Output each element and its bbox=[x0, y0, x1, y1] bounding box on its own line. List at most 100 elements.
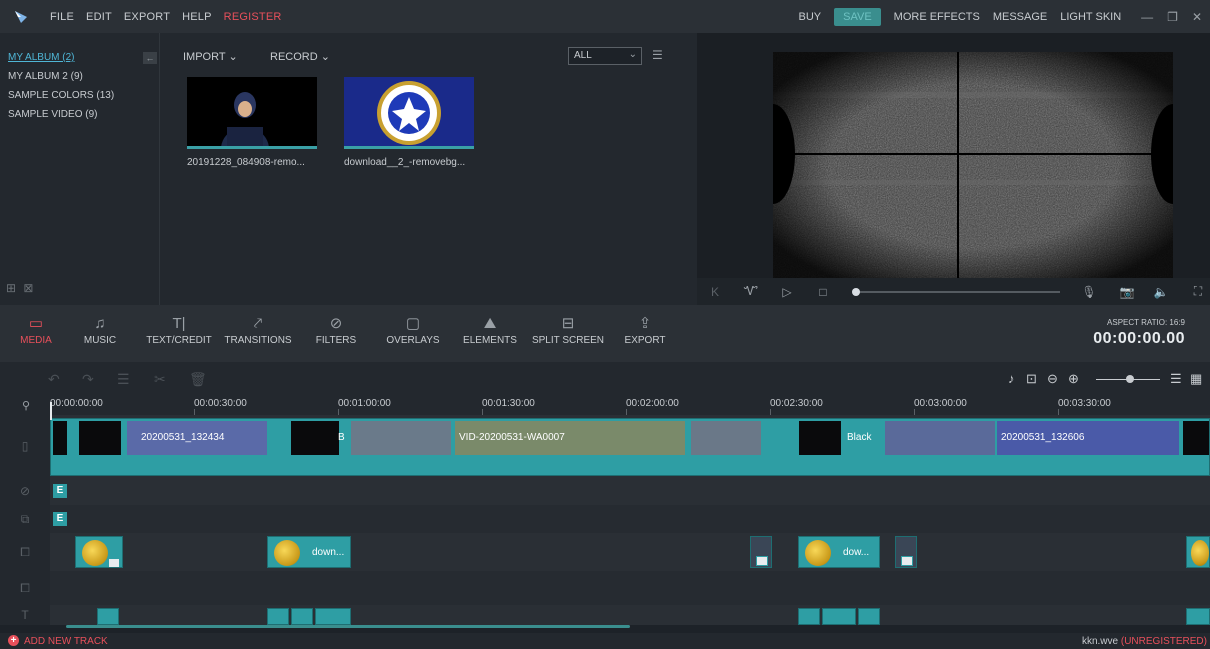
menu-help[interactable]: HELP bbox=[182, 11, 212, 23]
menu-register[interactable]: REGISTER bbox=[224, 11, 282, 23]
snapshot-icon[interactable]: 📷 bbox=[1109, 285, 1145, 299]
delete-icon[interactable]: 🗑 bbox=[189, 371, 207, 388]
media-filter-select[interactable]: ALL ⌄ bbox=[568, 47, 642, 65]
save-button[interactable]: SAVE bbox=[834, 7, 881, 26]
tool-filters-label: FILTERS bbox=[315, 335, 357, 346]
message-button[interactable]: MESSAGE bbox=[993, 11, 1047, 23]
menu-edit[interactable]: EDIT bbox=[86, 11, 112, 23]
album-my-album-2[interactable]: MY ALBUM 2 (9) bbox=[8, 71, 83, 82]
media-thumb-1[interactable] bbox=[187, 77, 317, 149]
album-sample-colors[interactable]: SAMPLE COLORS (13) bbox=[8, 90, 114, 101]
effect-clip-icon[interactable]: E bbox=[53, 484, 67, 498]
registration-status: (UNREGISTERED) bbox=[1120, 636, 1207, 647]
fullscreen-icon[interactable]: ⛶ bbox=[1180, 284, 1210, 299]
ruler-label: 00:03:00:00 bbox=[914, 398, 967, 409]
play-icon[interactable]: ▷ bbox=[769, 285, 805, 299]
clip-label: B bbox=[338, 432, 345, 443]
text-clip[interactable] bbox=[798, 608, 820, 625]
filter-track[interactable]: E bbox=[50, 477, 1210, 505]
microphone-icon[interactable]: 🎙 bbox=[1071, 285, 1107, 299]
tool-media[interactable]: ▭ MEDIA bbox=[18, 313, 54, 346]
tool-music[interactable]: ♫ MUSIC bbox=[81, 313, 119, 346]
tool-export[interactable]: ⇪ EXPORT bbox=[623, 313, 667, 346]
pip-clip[interactable] bbox=[75, 536, 123, 568]
video-track[interactable]: 20200531_132434 B VID-20200531-WA0007 Bl… bbox=[50, 415, 1210, 477]
pip-clip[interactable]: dow... bbox=[798, 536, 880, 568]
album-sample-video[interactable]: SAMPLE VIDEO (9) bbox=[8, 109, 97, 120]
video-track-icon: ▯ bbox=[21, 439, 29, 453]
restore-icon[interactable]: ❐ bbox=[1167, 10, 1178, 24]
pip-clip[interactable] bbox=[750, 536, 772, 568]
tool-text-credit[interactable]: T| TEXT/CREDIT bbox=[144, 313, 214, 346]
pip-clip[interactable] bbox=[895, 536, 917, 568]
minimize-icon[interactable]: — bbox=[1141, 10, 1153, 24]
folder-icon: ▭ bbox=[28, 315, 44, 332]
album-my-album[interactable]: MY ALBUM (2) bbox=[8, 52, 75, 63]
scrubber-handle[interactable] bbox=[852, 288, 860, 296]
add-new-track-button[interactable]: ADD NEW TRACK bbox=[24, 636, 108, 647]
close-icon[interactable]: ✕ bbox=[1192, 10, 1202, 24]
adjust-icon[interactable]: ☰ bbox=[117, 371, 130, 388]
fit-timeline-icon[interactable]: ⊡ bbox=[1026, 371, 1037, 387]
add-album-icon[interactable]: ⊞ bbox=[6, 281, 16, 295]
more-effects-button[interactable]: MORE EFFECTS bbox=[894, 11, 980, 23]
title-bar: FILE EDIT EXPORT HELP REGISTER BUY SAVE … bbox=[0, 0, 1210, 33]
tool-overlays[interactable]: ▢ OVERLAYS bbox=[385, 313, 441, 346]
add-icon[interactable]: + bbox=[8, 635, 19, 646]
overlay-track-header: ⧉ bbox=[0, 505, 50, 533]
playhead[interactable] bbox=[50, 402, 52, 420]
track-link-icon[interactable]: ⚲ bbox=[22, 399, 30, 412]
album-panel: MY ALBUM (2) MY ALBUM 2 (9) SAMPLE COLOR… bbox=[0, 33, 160, 305]
menu-file[interactable]: FILE bbox=[50, 11, 74, 23]
effect-clip-icon[interactable]: E bbox=[53, 512, 67, 526]
chevron-down-icon: ⌄ bbox=[628, 49, 637, 60]
redo-icon[interactable]: ↷ bbox=[82, 371, 94, 388]
overlay-track[interactable]: E bbox=[50, 505, 1210, 533]
text-clip[interactable] bbox=[858, 608, 880, 625]
light-skin-button[interactable]: LIGHT SKIN bbox=[1060, 11, 1121, 23]
media-thumb-2[interactable] bbox=[344, 77, 474, 149]
cut-icon[interactable]: ✂ bbox=[154, 371, 166, 388]
pip-track[interactable]: down... dow... bbox=[50, 533, 1210, 571]
pip-track-icon: ⧠ bbox=[20, 545, 30, 559]
list-view-icon[interactable]: ☰ bbox=[652, 48, 663, 62]
stop-icon[interactable]: □ bbox=[805, 285, 841, 299]
tool-transitions[interactable]: ⤤ TRANSITIONS bbox=[220, 313, 296, 346]
chevron-down-icon: ⌄ bbox=[320, 51, 330, 63]
volume-icon[interactable]: 🔈 bbox=[1143, 285, 1179, 299]
clip-thumbnail bbox=[885, 421, 995, 455]
step-icon[interactable]: Ꮙ bbox=[733, 284, 769, 299]
record-dropdown[interactable]: RECORD ⌄ bbox=[270, 50, 330, 63]
text-clip[interactable] bbox=[822, 608, 856, 625]
import-dropdown[interactable]: IMPORT ⌄ bbox=[183, 50, 238, 63]
pip-track-2[interactable] bbox=[50, 571, 1210, 605]
tool-elements[interactable]: ⛰ ELEMENTS bbox=[462, 313, 518, 346]
video-clip-strip[interactable]: 20200531_132434 B VID-20200531-WA0007 Bl… bbox=[50, 418, 1210, 476]
text-clip[interactable] bbox=[97, 608, 119, 625]
timeline-ruler[interactable]: ⚲ 00:00:00:00 00:00:30:00 00:01:00:00 00… bbox=[0, 395, 1210, 415]
delete-album-icon[interactable]: ⊠ bbox=[23, 281, 33, 295]
zoom-slider-handle[interactable] bbox=[1126, 375, 1134, 383]
text-track[interactable] bbox=[50, 605, 1210, 625]
undo-icon[interactable]: ↶ bbox=[48, 371, 60, 388]
collapse-albums-icon[interactable]: ← bbox=[143, 52, 157, 64]
zoom-in-icon[interactable]: ⊕ bbox=[1068, 371, 1079, 387]
grid-icon[interactable]: ▦ bbox=[1190, 371, 1202, 387]
timeline-scrollbar[interactable] bbox=[66, 625, 630, 628]
list-icon[interactable]: ☰ bbox=[1170, 371, 1182, 387]
text-clip[interactable] bbox=[1186, 608, 1210, 625]
skip-back-icon[interactable]: K bbox=[697, 285, 733, 299]
pip-clip[interactable] bbox=[1186, 536, 1210, 568]
pip-clip[interactable]: down... bbox=[267, 536, 351, 568]
audio-mixer-icon[interactable]: ♪ bbox=[1008, 371, 1015, 386]
text-clip[interactable] bbox=[267, 608, 289, 625]
tool-filters[interactable]: ⊘ FILTERS bbox=[315, 313, 357, 346]
menu-export[interactable]: EXPORT bbox=[124, 11, 170, 23]
tool-split-screen[interactable]: ⊟ SPLIT SCREEN bbox=[531, 313, 605, 346]
zoom-out-icon[interactable]: ⊖ bbox=[1047, 371, 1058, 387]
text-clip[interactable] bbox=[315, 608, 351, 625]
preview-scrubber[interactable] bbox=[852, 288, 1060, 296]
buy-button[interactable]: BUY bbox=[799, 11, 822, 23]
text-clip[interactable] bbox=[291, 608, 313, 625]
aspect-ratio[interactable]: ASPECT RATIO: 16:9 bbox=[1107, 318, 1185, 327]
